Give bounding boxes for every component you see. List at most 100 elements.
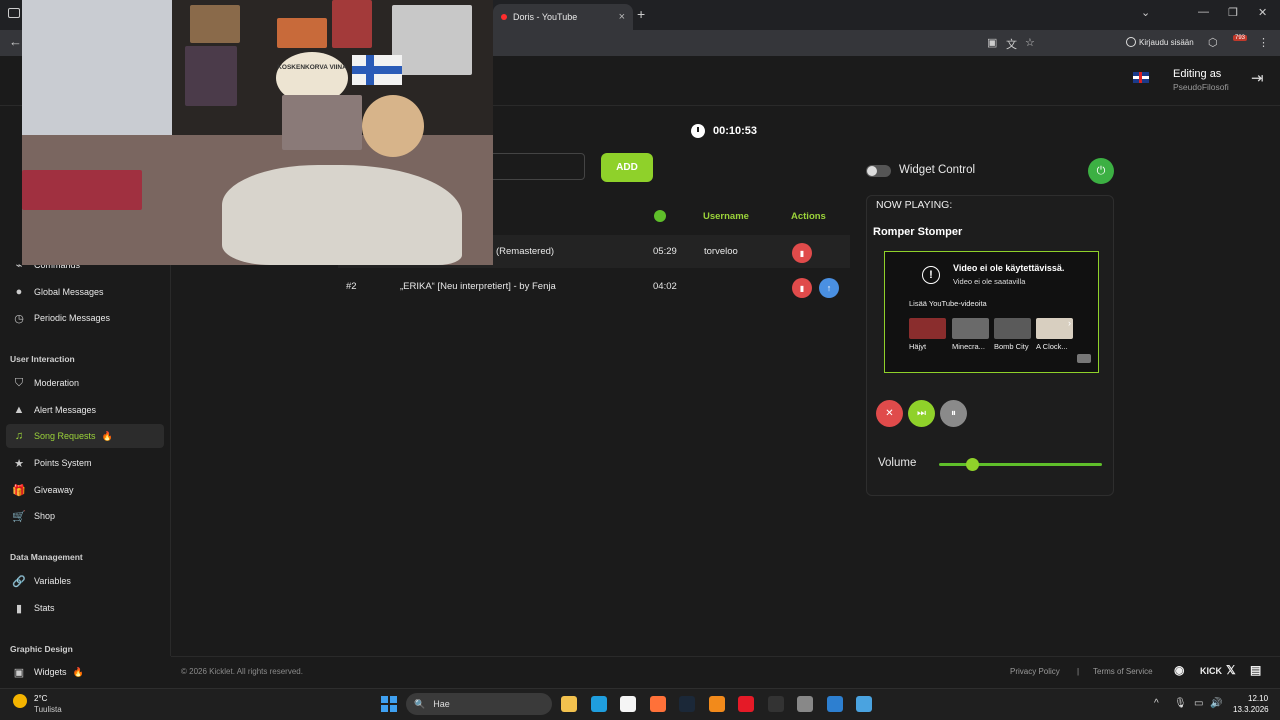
sidebar-item-label: Variables: [34, 576, 71, 586]
video-thumbnail[interactable]: [994, 318, 1031, 339]
thumbnail-label: Minecra...: [952, 342, 985, 351]
decorative-plate: [362, 95, 424, 157]
volume-slider-track[interactable]: [939, 463, 1102, 466]
sidebar-item-points-system[interactable]: ★ Points System: [6, 451, 164, 475]
fire-icon: 🔥: [72, 666, 84, 677]
weather-description[interactable]: Tuulista: [34, 705, 62, 714]
weather-temperature[interactable]: 2°C: [34, 694, 47, 703]
delete-button[interactable]: ▮: [792, 243, 812, 263]
song-index: #2: [346, 281, 357, 292]
sidebar-item-global-messages[interactable]: ● Global Messages: [6, 280, 164, 304]
video-thumbnail[interactable]: [909, 318, 946, 339]
document-icon[interactable]: ▤: [1250, 663, 1261, 677]
alert-icon: !: [922, 266, 940, 284]
file-explorer-icon[interactable]: [561, 696, 577, 712]
section-heading-data-management: Data Management: [10, 552, 83, 562]
edge-icon[interactable]: [590, 696, 607, 712]
vlc-icon[interactable]: [708, 696, 725, 712]
footer-separator: |: [1077, 667, 1080, 676]
logout-icon[interactable]: ⇥: [1251, 69, 1264, 87]
widgets-icon: ▣: [13, 666, 25, 679]
sidebar-item-song-requests[interactable]: ♫ Song Requests 🔥: [6, 424, 164, 448]
tab-youtube[interactable]: Doris - YouTube ×: [493, 4, 633, 30]
sidebar-item-variables[interactable]: 🔗 Variables: [6, 569, 164, 593]
bookmark-star-icon[interactable]: ☆: [1025, 36, 1035, 49]
settings-icon[interactable]: [797, 696, 813, 712]
sidebar-item-label: Points System: [34, 458, 92, 468]
sidebar-item-moderation[interactable]: ⛉ Moderation: [6, 371, 164, 395]
sign-in-button[interactable]: Kirjaudu sisään: [1126, 37, 1194, 47]
privacy-policy-link[interactable]: Privacy Policy: [1010, 667, 1060, 676]
finnish-flag: [352, 55, 402, 85]
star-icon: ★: [14, 457, 24, 470]
store-icon[interactable]: [620, 696, 636, 712]
chevron-right-icon[interactable]: ›: [1068, 318, 1071, 328]
extensions-icon[interactable]: ⬡: [1208, 36, 1218, 49]
firefox-icon[interactable]: [649, 696, 666, 712]
poster: [190, 5, 240, 43]
gift-icon: 🎁: [12, 484, 26, 497]
add-button[interactable]: ADD: [601, 153, 653, 182]
opera-icon[interactable]: [738, 696, 754, 712]
taskbar-search[interactable]: 🔍 Hae: [406, 693, 552, 715]
minimize-button[interactable]: —: [1198, 6, 1209, 18]
thumbnail-label: Häjyt: [909, 342, 927, 351]
table-row: #2 „ERIKA“ [Neu interpretiert] - by Fenj…: [338, 270, 850, 303]
weather-icon[interactable]: [13, 694, 27, 708]
move-up-button[interactable]: ↑: [819, 278, 839, 298]
app-icon[interactable]: [856, 696, 872, 712]
language-flag-icon[interactable]: [1133, 72, 1149, 83]
volume-icon[interactable]: 🔊: [1210, 698, 1222, 709]
new-tab-button[interactable]: +: [637, 6, 645, 22]
terms-link[interactable]: Terms of Service: [1093, 667, 1153, 676]
x-icon[interactable]: 𝕏: [1226, 663, 1236, 677]
menu-icon[interactable]: ⋮: [1258, 36, 1269, 49]
screen-icon[interactable]: ▣: [987, 36, 997, 49]
microphone-icon[interactable]: 🎙: [1174, 698, 1187, 709]
sidebar-item-shop[interactable]: 🛒 Shop: [6, 504, 164, 528]
volume-slider-knob[interactable]: [965, 458, 979, 471]
paint-icon[interactable]: [826, 696, 843, 712]
sidebar-item-alert-messages[interactable]: ▲ Alert Messages: [6, 398, 164, 422]
song-title: (Remastered): [496, 246, 555, 257]
youtube-logo-icon[interactable]: [1077, 354, 1091, 363]
video-thumbnail[interactable]: [952, 318, 989, 339]
translate-icon[interactable]: 文: [1006, 36, 1017, 52]
close-window-button[interactable]: ✕: [1258, 6, 1267, 19]
power-button[interactable]: ⏻: [1088, 158, 1114, 184]
maximize-button[interactable]: ❐: [1228, 6, 1238, 19]
tray-overflow-icon[interactable]: ^: [1154, 698, 1159, 709]
steam-icon[interactable]: [679, 696, 695, 712]
tab-list-button[interactable]: ⌄: [1141, 6, 1150, 19]
pause-button[interactable]: ⏸: [940, 400, 967, 427]
copyright: © 2026 Kicklet. All rights reserved.: [181, 667, 303, 676]
skip-button[interactable]: ⏭: [908, 400, 935, 427]
tab-close-icon[interactable]: ×: [619, 11, 625, 23]
extension-badge[interactable]: 793: [1233, 35, 1248, 41]
stop-button[interactable]: ✕: [876, 400, 903, 427]
section-heading-graphic-design: Graphic Design: [10, 644, 73, 654]
sidebar-item-stats[interactable]: ▮ Stats: [6, 596, 164, 620]
sidebar-item-label: Alert Messages: [34, 405, 97, 415]
more-videos-label: Lisää YouTube-videoita: [909, 299, 987, 308]
taskbar-time[interactable]: 12.10: [1248, 694, 1268, 703]
network-icon[interactable]: ▭: [1194, 698, 1203, 709]
sidebar-item-periodic-messages[interactable]: ◷ Periodic Messages: [6, 306, 164, 330]
blanket: [222, 165, 462, 265]
tab-actions-icon[interactable]: [8, 8, 20, 18]
widget-control-toggle[interactable]: [866, 165, 891, 177]
taskbar-date[interactable]: 13.3.2026: [1233, 705, 1269, 714]
delete-button[interactable]: ▮: [792, 278, 812, 298]
terminal-icon[interactable]: [767, 696, 784, 712]
sidebar-item-label: Moderation: [34, 378, 80, 388]
column-header-actions: Actions: [791, 211, 826, 222]
back-button[interactable]: ←: [9, 34, 22, 49]
sidebar-item-label: Giveaway: [34, 485, 74, 495]
windows-start-icon[interactable]: [381, 696, 397, 712]
kick-icon[interactable]: KICK: [1200, 666, 1222, 676]
sidebar-item-giveaway[interactable]: 🎁 Giveaway: [6, 478, 164, 502]
link-icon: 🔗: [12, 575, 26, 588]
poster: [332, 0, 372, 48]
sidebar-item-widgets[interactable]: ▣ Widgets 🔥: [6, 660, 164, 684]
discord-icon[interactable]: ◉: [1174, 663, 1184, 677]
